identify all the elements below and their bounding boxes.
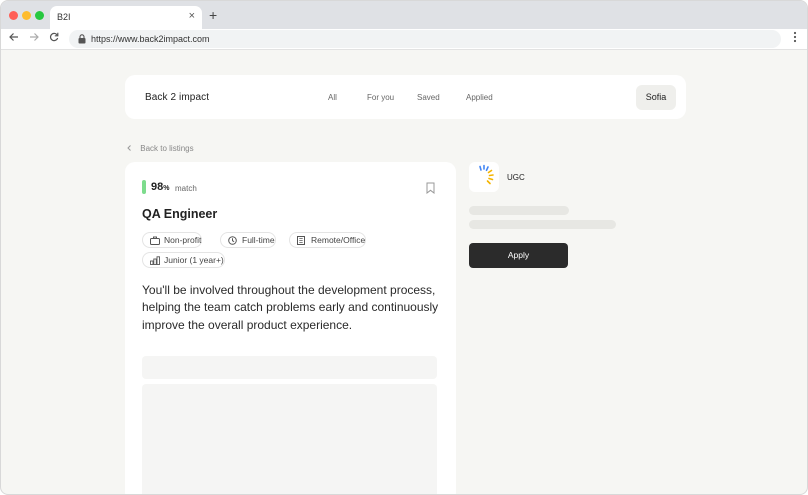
building-icon [297,236,305,245]
url-text[interactable]: https://www.back2impact.com [91,34,210,44]
match-label: match [175,184,197,193]
tag-label: Non-profit [164,235,202,245]
match-percent: % [163,185,170,192]
reload-icon[interactable] [49,32,59,46]
tag-seniority: Junior (1 year+) [142,252,225,268]
maximize-window-button[interactable] [35,11,44,20]
tag-remote-office: Remote/Office [289,232,367,248]
tab-title: B2I [57,12,71,22]
briefcase-icon [150,236,160,245]
content-placeholder-bar [142,356,437,379]
tag-non-profit: Non-profit [142,232,203,248]
tab-close-button[interactable]: × [189,10,195,22]
new-tab-button[interactable]: + [209,8,217,22]
content-placeholder-block [142,384,437,494]
back-arrow-icon[interactable] [9,32,19,46]
nav-item-for-you[interactable]: For you [367,93,394,102]
tag-full-time: Full-time [220,232,276,248]
clock-icon [228,236,237,245]
job-title: QA Engineer [142,207,218,221]
match-indicator-bar [142,180,146,194]
back-to-listings-link[interactable]: Back to listings [127,144,194,153]
tag-label: Full-time [242,235,275,245]
tab-strip: B2I × + [1,1,807,29]
browser-window: B2I × + https://www.back2impact.com Back… [0,0,808,495]
minimize-window-button[interactable] [22,11,31,20]
apply-button[interactable]: Apply [469,243,568,268]
skeleton-line [469,206,569,215]
forward-arrow-icon[interactable] [29,32,39,46]
site-header: Back 2 impact All For you Saved Applied … [125,75,686,119]
loading-spinner-icon [479,164,494,185]
job-card: 98% match QA Engineer Non-profit Full-ti… [125,162,456,494]
bookmark-icon[interactable] [425,182,436,194]
nav-item-all[interactable]: All [328,93,337,102]
tag-label: Remote/Office [311,235,366,245]
company-logo [469,162,499,192]
skeleton-line [469,220,616,229]
more-vert-icon[interactable] [793,31,797,47]
job-description: You'll be involved throughout the develo… [142,283,439,332]
close-window-button[interactable] [9,11,18,20]
nav-item-saved[interactable]: Saved [417,93,440,102]
browser-tab[interactable]: B2I × [50,6,202,29]
user-menu-button[interactable]: Sofia [636,85,676,110]
brand-logo[interactable]: Back 2 impact [145,92,209,103]
tag-label: Junior (1 year+) [164,255,224,265]
address-bar[interactable]: https://www.back2impact.com [69,30,781,48]
company-name[interactable]: UGC [507,173,525,182]
browser-toolbar: https://www.back2impact.com [1,29,807,50]
chevron-left-icon [127,144,133,153]
back-link-label: Back to listings [140,144,194,153]
seniority-icon [150,256,160,265]
lock-icon [78,34,86,44]
match-number: 98 [151,181,164,193]
nav-item-applied[interactable]: Applied [466,93,493,102]
match-value: 98% [151,181,169,193]
